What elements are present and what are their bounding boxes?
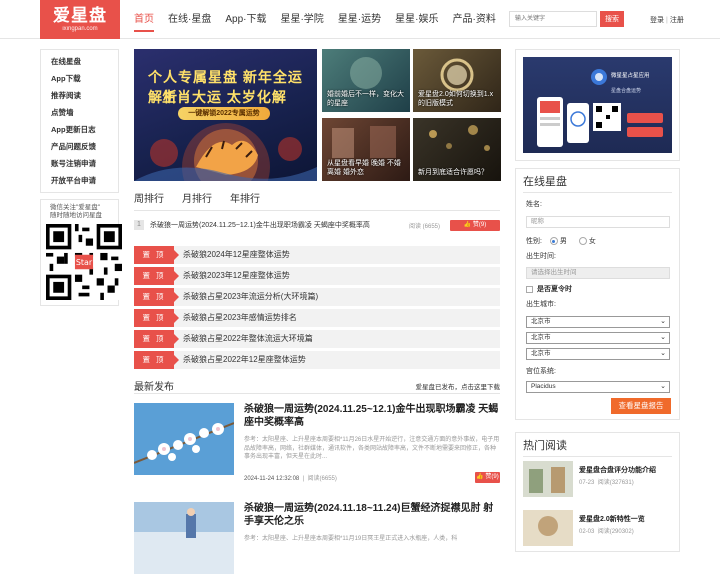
post-summary: 参考：太阳星座、上升星座本周要相*11月19日冥王星正式进入水瓶座，人类，科 (244, 536, 458, 542)
site-header: 爱星盘 ixingpan.com 首页 在线·星盘 App·下载 星星·学院 星… (0, 0, 720, 39)
read-count: 阅读 (6655) (409, 224, 441, 230)
latest-header: 最新发布 爱星盘已发布，点击这里下载 (134, 376, 500, 394)
download-link[interactable]: 爱星盘已发布，点击这里下载 (416, 381, 501, 391)
pinned-badge: 置 顶 (134, 351, 179, 369)
site-logo[interactable]: 爱星盘 ixingpan.com (40, 0, 120, 39)
post-title[interactable]: 杀破狼一周运势(2024.11.18~11.24)巨蟹经济捉襟见肘 射手享天伦之… (244, 502, 500, 528)
featured-thumb-1[interactable]: 婚前婚后不一样，变化大的星座 (322, 49, 410, 112)
post-summary: 参考：太阳星座、上升星座本周要相*11月26日水星开始逆行，注意交通方面的意外事… (244, 437, 500, 460)
featured-thumb-3[interactable]: 从星盘看早婚 晚婚 不婚 离婚 婚外恋 (322, 118, 410, 181)
nav-app-download[interactable]: App·下载 (218, 0, 273, 39)
menu-app-download[interactable]: App下载 (41, 70, 118, 87)
nav-academy[interactable]: 星星·学院 (273, 0, 330, 39)
menu-like-wall[interactable]: 点赞墙 (41, 104, 118, 121)
rank-item-1: 1 杀破狼一周运势(2024.11.25~12.1)金牛出现职场霸凌 天蝎座中奖… (134, 218, 500, 233)
list-item[interactable]: 置 顶杀破狼占星2023年感情运势排名 (134, 309, 500, 327)
post-image[interactable] (134, 403, 234, 475)
hot-title[interactable]: 爱星盘合盘评分功能介绍 (579, 465, 656, 475)
nav-products[interactable]: 产品·资料 (446, 0, 503, 39)
nav-entertainment[interactable]: 星星·娱乐 (388, 0, 445, 39)
rank-tabs: 周排行 月排行 年排行 (134, 193, 500, 211)
pinned-badge: 置 顶 (134, 288, 179, 306)
chevron-down-icon: ⌄ (660, 350, 666, 357)
list-item[interactable]: 爱星盘合盘评分功能介绍 07-23 阅读(327631) (523, 461, 672, 506)
chevron-down-icon: ⌄ (660, 318, 666, 325)
pinned-badge: 置 顶 (134, 246, 179, 264)
main-nav: 首页 在线·星盘 App·下载 星星·学院 星星·运势 星星·娱乐 产品·资料 (127, 0, 503, 39)
birth-time-input[interactable]: 请选择出生时间 (526, 267, 670, 279)
nav-online-chart[interactable]: 在线·星盘 (161, 0, 218, 39)
hot-reads: 热门阅读 爱星盘合盘评分功能介绍 07-23 阅读(327631) 爱星盘2.0… (515, 432, 680, 552)
tab-weekly[interactable]: 周排行 (134, 193, 182, 210)
menu-account-cancel[interactable]: 账号注销申请 (41, 155, 118, 172)
tab-monthly[interactable]: 月排行 (182, 193, 230, 210)
featured-thumb-2[interactable]: 爱星盘2.0如何切换到1.x的旧版模式 (413, 49, 501, 112)
nav-fortune[interactable]: 星星·运势 (331, 0, 388, 39)
pinned-list: 置 顶杀破狼2024年12星座整体运势 置 顶杀破狼2023年12星座整体运势 … (134, 246, 500, 372)
online-chart-form: 在线星盘 姓名: 昵称 性别: 男 女 出生时间: 请选择出生时间 是否夏令时 … (515, 168, 680, 420)
menu-online-chart[interactable]: 在线星盘 (41, 53, 118, 70)
rank-item-title[interactable]: 杀破狼一周运势(2024.11.25~12.1)金牛出现职场霸凌 天蝎座中奖概率… (150, 220, 370, 230)
hot-title[interactable]: 爱星盘2.0新特性一览 (579, 514, 645, 524)
chevron-down-icon: ⌄ (660, 334, 666, 341)
city-select-province[interactable]: 北京市 ⌄ (526, 316, 670, 328)
gender-female-radio[interactable] (578, 237, 587, 246)
chevron-down-icon: ⌄ (660, 383, 666, 390)
left-menu: 在线星盘 App下载 推荐阅读 点赞墙 App更新日志 产品问题反馈 账号注销申… (40, 49, 119, 193)
section-title: 热门阅读 (523, 433, 672, 457)
hot-thumb (523, 510, 573, 546)
menu-open-platform[interactable]: 开放平台申请 (41, 172, 118, 189)
nav-home[interactable]: 首页 (127, 0, 161, 39)
login-link[interactable]: 登录 (650, 17, 664, 24)
menu-recommended[interactable]: 推荐阅读 (41, 87, 118, 104)
svg-text:Star: Star (76, 258, 93, 267)
menu-feedback[interactable]: 产品问题反馈 (41, 138, 118, 155)
tab-yearly[interactable]: 年排行 (230, 193, 278, 210)
list-item[interactable]: 置 顶杀破狼2023年12星座整体运势 (134, 267, 500, 285)
post-title[interactable]: 杀破狼一周运势(2024.11.25~12.1)金牛出现职场霸凌 天蝎座中奖概率… (244, 403, 500, 429)
wechat-qr-box: 微信关注"爱星盘" 随时随地访问星盘 Star (40, 199, 122, 306)
city-select-city[interactable]: 北京市 ⌄ (526, 332, 670, 344)
post-item: 杀破狼一周运势(2024.11.25~12.1)金牛出现职场霸凌 天蝎座中奖概率… (134, 403, 500, 487)
featured-thumb-4[interactable]: 新月到底适合许愿吗？ (413, 118, 501, 181)
list-item[interactable]: 置 顶杀破狼占星2022年整体流运大环境篇 (134, 330, 500, 348)
auth-links: 登录 | 注册 (650, 17, 684, 24)
pinned-badge: 置 顶 (134, 309, 179, 327)
post-image[interactable] (134, 502, 234, 574)
menu-changelog[interactable]: App更新日志 (41, 121, 118, 138)
search-button[interactable]: 搜索 (600, 11, 624, 27)
gender-male-radio[interactable] (549, 237, 558, 246)
house-system-select[interactable]: Placidus ⌄ (526, 381, 670, 393)
post-item: 杀破狼一周运势(2024.11.18~11.24)巨蟹经济捉襟见肘 射手享天伦之… (134, 502, 500, 586)
promo-banner[interactable]: 个人专属星盘 新年全运解析 生肖大运 太岁化解 一键解锁2022专属运势 (134, 49, 317, 181)
like-button[interactable]: 👍 赞(9) (450, 220, 500, 231)
hot-thumb (523, 461, 573, 497)
post-meta: 2024-11-24 12:32:08 | 阅读(6655) (244, 476, 337, 482)
rank-number: 1 (134, 220, 144, 230)
form-title: 在线星盘 (523, 169, 672, 193)
list-item[interactable]: 置 顶杀破狼2024年12星座整体运势 (134, 246, 500, 264)
section-title: 最新发布 (134, 382, 174, 393)
like-button[interactable]: 👍 赞(9) (475, 472, 500, 483)
view-chart-button[interactable]: 查看星盘报告 (611, 398, 671, 414)
pinned-badge: 置 顶 (134, 267, 179, 285)
pinned-badge: 置 顶 (134, 330, 179, 348)
qr-code-icon: Star (46, 224, 122, 300)
list-item[interactable]: 爱星盘2.0新特性一览 02-03 阅读(290302) (523, 510, 672, 555)
city-select-district[interactable]: 北京市 ⌄ (526, 348, 670, 360)
dst-checkbox[interactable] (526, 285, 533, 293)
list-item[interactable]: 置 顶杀破狼占星2023年流运分析(大环境篇) (134, 288, 500, 306)
register-link[interactable]: 注册 (670, 17, 684, 24)
list-item[interactable]: 置 顶杀破狼占星2022年12星座整体运势 (134, 351, 500, 369)
name-input[interactable]: 昵称 (526, 216, 670, 228)
app-ad[interactable]: 微星星占星应用 星盘合盘运势 (515, 49, 680, 161)
search-input[interactable] (509, 11, 597, 27)
